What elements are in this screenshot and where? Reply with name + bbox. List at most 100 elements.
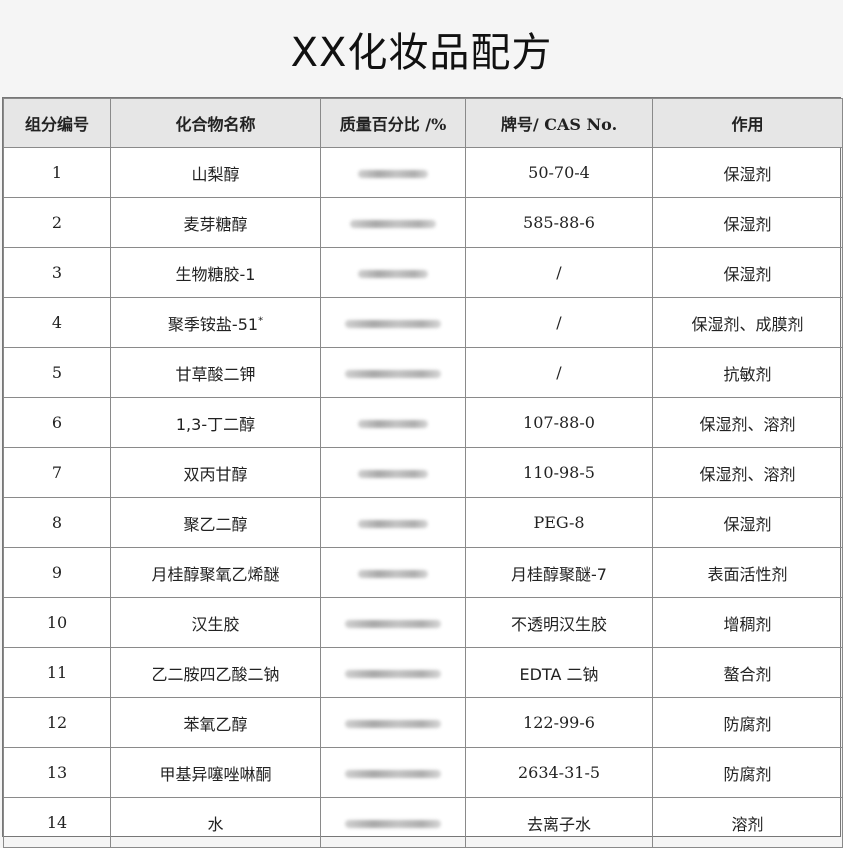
compound-name-text: 月桂醇聚氧乙烯醚: [151, 564, 280, 584]
compound-name-text: 山梨醇: [191, 164, 240, 184]
redacted-value: [345, 370, 441, 378]
cell-cas-number: 107-88-0: [465, 397, 653, 448]
formula-table-container: 组分编号 化合物名称 质量百分比 /% 牌号/ CAS No. 作用 1 山梨醇 5…: [2, 97, 843, 848]
table-row: 8 聚乙二醇 PEG-8 保湿剂: [3, 497, 843, 548]
compound-name-text: 1,3-丁二醇: [175, 414, 256, 434]
table-body: 1 山梨醇 50-70-4 保湿剂 2 麦芽糖醇 585-88-6 保湿剂 3 生物糖胶-1/保湿…: [3, 147, 843, 848]
redacted-value: [358, 520, 428, 528]
cell-compound-name: 水: [110, 797, 321, 848]
cell-role: 保湿剂: [652, 497, 843, 548]
cell-role: 保湿剂: [652, 247, 843, 298]
cell-mass-percent: [320, 747, 466, 798]
table-row: 12 苯氧乙醇 122-99-6 防腐剂: [3, 697, 843, 748]
cell-id: 12: [3, 697, 111, 748]
cell-compound-name: 月桂醇聚氧乙烯醚: [110, 547, 321, 598]
redacted-value: [358, 470, 428, 478]
compound-name-text: 水: [207, 814, 224, 834]
cell-compound-name: 生物糖胶-1: [110, 247, 321, 298]
cell-mass-percent: [320, 297, 466, 348]
cell-role: 表面活性剂: [652, 547, 843, 598]
compound-name-text: 汉生胶: [191, 614, 240, 634]
redacted-value: [345, 620, 441, 628]
footnote-marker: *: [258, 315, 264, 327]
cell-cas-number: 2634-31-5: [465, 747, 653, 798]
cell-mass-percent: [320, 497, 466, 548]
table-row: 11 乙二胺四乙酸二钠 EDTA 二钠 螯合剂: [3, 647, 843, 698]
redacted-value: [358, 420, 428, 428]
cell-compound-name: 麦芽糖醇: [110, 197, 321, 248]
cell-mass-percent: [320, 697, 466, 748]
table-row: 3 生物糖胶-1 /保湿剂: [3, 247, 843, 298]
cell-id: 9: [3, 547, 111, 598]
page-title: XX化妆品配方: [290, 29, 553, 76]
cell-mass-percent: [320, 197, 466, 248]
compound-name-text: 麦芽糖醇: [183, 214, 248, 234]
cell-mass-percent: [320, 797, 466, 848]
cell-id: 4: [3, 297, 111, 348]
cell-cas-number: /: [465, 297, 653, 348]
cell-role: 溶剂: [652, 797, 843, 848]
cell-role: 防腐剂: [652, 697, 843, 748]
table-row: 10 汉生胶 不透明汉生胶 增稠剂: [3, 597, 843, 648]
cell-role: 保湿剂: [652, 147, 843, 198]
cell-id: 5: [3, 347, 111, 398]
cell-role: 增稠剂: [652, 597, 843, 648]
cell-cas-number: 122-99-6: [465, 697, 653, 748]
cell-cas-number: /: [465, 247, 653, 298]
cell-role: 保湿剂、成膜剂: [652, 297, 843, 348]
table-header-row: 组分编号 化合物名称 质量百分比 /% 牌号/ CAS No. 作用: [3, 98, 843, 148]
table-row: 1 山梨醇 50-70-4 保湿剂: [3, 147, 843, 198]
redacted-value: [345, 670, 441, 678]
cell-cas-number: 585-88-6: [465, 197, 653, 248]
cell-mass-percent: [320, 447, 466, 498]
redacted-value: [358, 570, 428, 578]
cell-compound-name: 1,3-丁二醇: [110, 397, 321, 448]
cell-id: 13: [3, 747, 111, 798]
cell-compound-name: 山梨醇: [110, 147, 321, 198]
table-row: 7 双丙甘醇 110-98-5 保湿剂、溶剂: [3, 447, 843, 498]
table-row: 13 甲基异噻唑啉酮 2634-31-5 防腐剂: [3, 747, 843, 798]
compound-name-text: 聚季铵盐-51: [167, 314, 259, 334]
compound-name-text: 双丙甘醇: [183, 464, 248, 484]
cell-mass-percent: [320, 147, 466, 198]
cell-role: 抗敏剂: [652, 347, 843, 398]
compound-name-text: 生物糖胶-1: [175, 264, 256, 284]
cell-mass-percent: [320, 547, 466, 598]
cell-compound-name: 乙二胺四乙酸二钠: [110, 647, 321, 698]
redacted-value: [345, 320, 441, 328]
column-header-id: 组分编号: [3, 98, 111, 148]
column-header-role: 作用: [652, 98, 843, 148]
cell-compound-name: 双丙甘醇: [110, 447, 321, 498]
cell-cas-number: 110-98-5: [465, 447, 653, 498]
cell-mass-percent: [320, 647, 466, 698]
cell-id: 3: [3, 247, 111, 298]
cell-role: 螯合剂: [652, 647, 843, 698]
column-header-cas: 牌号/ CAS No.: [465, 98, 653, 148]
redacted-value: [345, 820, 441, 828]
compound-name-text: 甲基异噻唑啉酮: [159, 764, 272, 784]
redacted-value: [358, 270, 428, 278]
redacted-value: [350, 220, 436, 228]
redacted-value: [345, 770, 441, 778]
cell-mass-percent: [320, 397, 466, 448]
compound-name-text: 乙二胺四乙酸二钠: [151, 664, 280, 684]
title-bar: XX化妆品配方: [0, 0, 843, 97]
cell-compound-name: 聚乙二醇: [110, 497, 321, 548]
column-header-name: 化合物名称: [110, 98, 321, 148]
column-header-mass-percent: 质量百分比 /%: [320, 98, 466, 148]
cell-mass-percent: [320, 347, 466, 398]
cell-role: 防腐剂: [652, 747, 843, 798]
cell-id: 8: [3, 497, 111, 548]
compound-name-text: 苯氧乙醇: [183, 714, 248, 734]
cell-compound-name: 苯氧乙醇: [110, 697, 321, 748]
cell-id: 2: [3, 197, 111, 248]
cell-cas-number: 50-70-4: [465, 147, 653, 198]
cell-id: 11: [3, 647, 111, 698]
table-row: 9 月桂醇聚氧乙烯醚 月桂醇聚醚-7 表面活性剂: [3, 547, 843, 598]
cell-mass-percent: [320, 597, 466, 648]
table-row: 14 水 去离子水 溶剂: [3, 797, 843, 848]
cell-cas-number: PEG-8: [465, 497, 653, 548]
cell-compound-name: 聚季铵盐-51*: [110, 297, 321, 348]
table-row: 4 聚季铵盐-51* / 保湿剂、成膜剂: [3, 297, 843, 348]
cell-role: 保湿剂、溶剂: [652, 447, 843, 498]
